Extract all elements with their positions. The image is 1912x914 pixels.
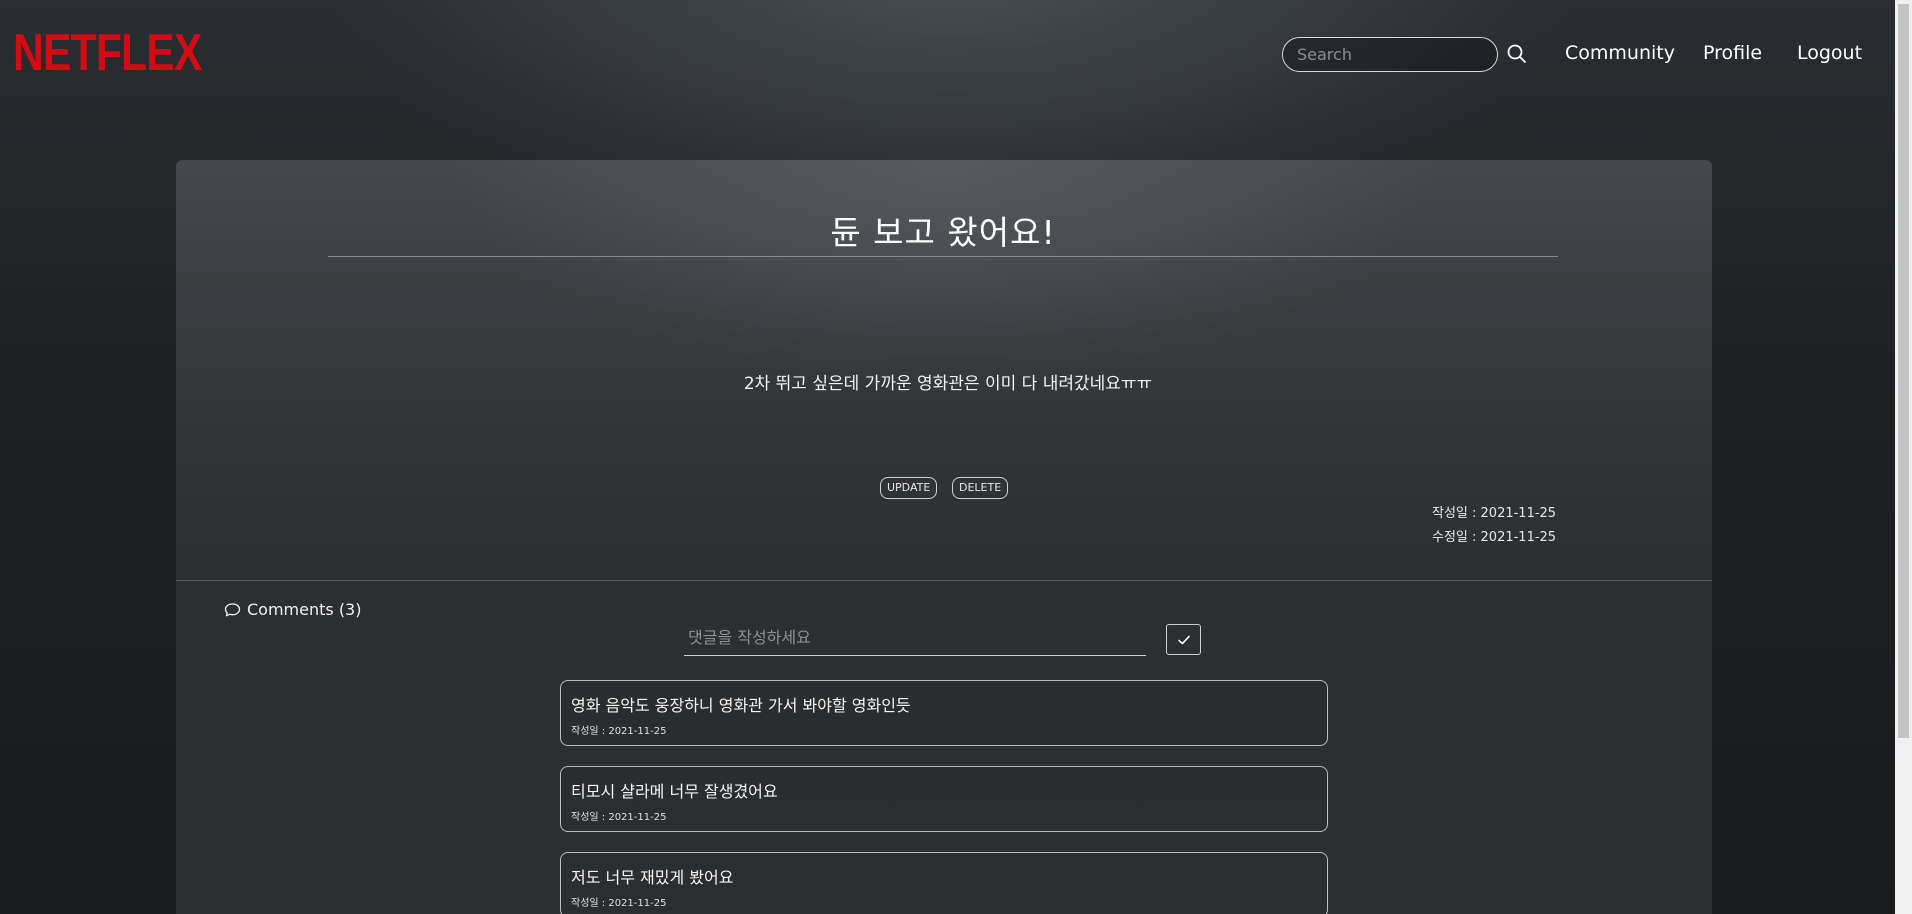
post-card: 듄 보고 왔어요! 2차 뛰고 싶은데 가까운 영화관은 이미 다 내려갔네요ㅠ… [176,160,1712,914]
post-title: 듄 보고 왔어요! [830,213,1056,252]
scrollbar-thumb[interactable] [1898,4,1909,738]
delete-button[interactable]: DELETE [952,477,1009,499]
comment-input-box [684,620,1146,656]
comment-date: 작성일 : 2021-11-25 [571,898,667,909]
comment-text: 티모시 샬라메 너무 잘생겼어요 [571,782,778,801]
update-button[interactable]: UPDATE [880,477,938,499]
modified-date: 수정일 : 2021-11-25 [1432,530,1557,545]
comment-submit-button[interactable] [1166,624,1201,655]
comment-item: 티모시 샬라메 너무 잘생겼어요 작성일 : 2021-11-25 [560,766,1328,832]
post-body: 2차 뛰고 싶은데 가까운 영화관은 이미 다 내려갔네요ㅠㅠ [743,374,1153,394]
search-icon [1507,44,1526,63]
comment-item: 저도 너무 재밌게 봤어요 작성일 : 2021-11-25 [560,852,1328,914]
comment-date: 작성일 : 2021-11-25 [571,812,667,823]
page: NETFLEX Community Profile Logout 듄 보고 왔어… [0,0,1912,914]
comment-input[interactable] [684,620,1146,655]
comments-header: Comments (3) [224,600,361,619]
section-divider [176,580,1712,581]
comments-count-label: Comments (3) [247,600,362,619]
comment-item: 영화 음악도 웅장하니 영화관 가서 봐야할 영화인듯 작성일 : 2021-1… [560,680,1328,746]
comment-text: 저도 너무 재밌게 봤어요 [571,868,734,887]
nav-profile-link[interactable]: Profile [1703,42,1762,64]
nav-logout-link[interactable]: Logout [1797,42,1862,64]
comment-text: 영화 음악도 웅장하니 영화관 가서 봐야할 영화인듯 [571,696,911,715]
check-icon [1177,635,1190,644]
created-date: 작성일 : 2021-11-25 [1432,506,1557,521]
nav-community-link[interactable]: Community [1565,42,1675,64]
search-input[interactable] [1283,38,1497,71]
comment-bubble-icon [224,602,241,616]
search-button[interactable] [1506,43,1528,65]
title-divider [328,256,1558,257]
search-box [1282,37,1498,72]
netflex-logo[interactable]: NETFLEX [13,27,202,79]
comment-date: 작성일 : 2021-11-25 [571,726,667,737]
